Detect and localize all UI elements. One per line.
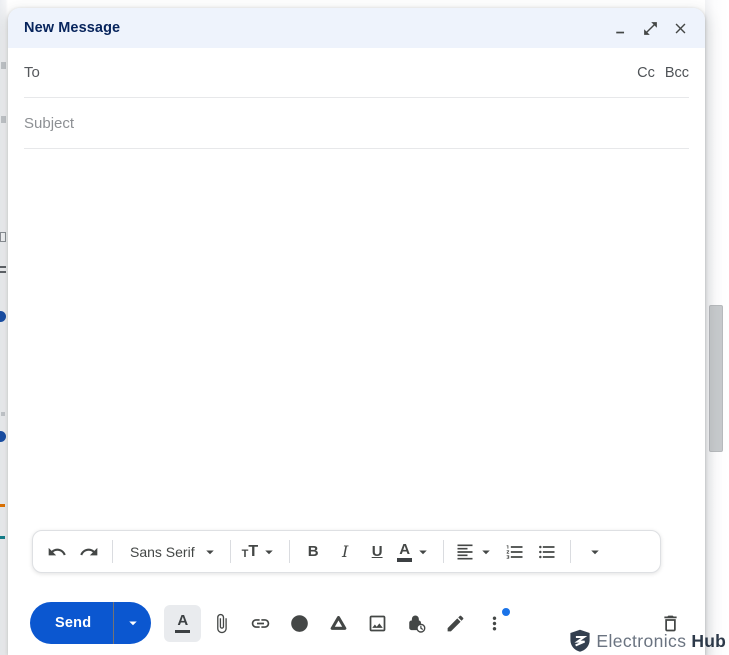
more-options-icon (493, 616, 497, 630)
bcc-button[interactable]: Bcc (665, 65, 689, 81)
insert-signature-button[interactable] (437, 605, 474, 642)
bold-icon: B (307, 543, 319, 560)
italic-icon: I (341, 542, 349, 561)
to-label[interactable]: To (24, 64, 40, 81)
attach-files-button[interactable] (203, 605, 240, 642)
formatting-options-button[interactable]: A (164, 604, 202, 642)
send-split-button: Send (30, 602, 152, 644)
bullet-list-icon (539, 545, 555, 558)
insert-from-drive-button[interactable] (320, 605, 357, 642)
compose-title: New Message (24, 20, 121, 36)
background-fragment (0, 266, 6, 268)
font-family-label: Sans Serif (130, 543, 195, 560)
popout-button[interactable] (639, 17, 661, 39)
confidential-mode-button[interactable] (398, 605, 435, 642)
toolbar-separator (289, 540, 291, 563)
background-fragment (1, 62, 6, 69)
confidential-lock-icon (409, 615, 426, 633)
toolbar-separator (570, 540, 572, 563)
image-icon (369, 615, 386, 631)
text-size-icon: TT (241, 542, 259, 560)
align-left-icon (457, 544, 473, 559)
send-button[interactable]: Send (30, 602, 114, 644)
formatting-toolbar: Sans Serif TT B I U A (32, 530, 661, 573)
compose-window: New Message To Cc Bcc Subject Sans Serif… (8, 8, 705, 655)
more-formatting-button[interactable] (578, 535, 610, 569)
emoji-icon (291, 614, 309, 632)
toolbar-separator (112, 540, 113, 563)
send-options-button[interactable] (114, 602, 152, 644)
chevron-down-icon (482, 550, 490, 554)
align-button[interactable] (451, 535, 499, 569)
background-fragment (0, 504, 5, 507)
chevron-down-icon (205, 550, 214, 554)
subject-row[interactable] (24, 98, 689, 149)
background-page-left-strip (0, 0, 8, 655)
chevron-down-icon (591, 550, 599, 554)
background-fragment (0, 311, 6, 322)
watermark-brand-light: Electronics (596, 630, 687, 651)
attach-icon (217, 613, 227, 633)
close-icon (675, 23, 685, 33)
underline-icon: U (371, 543, 383, 560)
send-dropdown-icon (129, 621, 137, 626)
drive-icon (330, 615, 347, 630)
cc-bcc-group: Cc Bcc (637, 65, 689, 81)
gmail-compose-screenshot: New Message To Cc Bcc Subject Sans Serif… (0, 0, 729, 655)
chevron-down-icon (265, 550, 273, 554)
numbered-list-button[interactable] (499, 535, 531, 569)
background-fragment (1, 412, 5, 416)
toolbar-separator (443, 540, 445, 563)
toolbar-separator (229, 540, 231, 563)
more-options-button[interactable] (476, 605, 513, 642)
insert-link-button[interactable] (242, 605, 279, 642)
minimize-icon (615, 31, 624, 33)
formatting-icon: A (175, 613, 191, 633)
page-scrollbar-thumb[interactable] (709, 305, 723, 452)
undo-icon (48, 547, 66, 555)
background-fragment (0, 431, 6, 442)
background-fragment (0, 536, 5, 539)
shield-logo-icon (570, 629, 590, 652)
text-size-button[interactable]: TT (238, 535, 283, 569)
link-icon (252, 618, 270, 628)
minimize-button[interactable] (609, 17, 631, 39)
compose-titlebar: New Message (8, 8, 705, 48)
underline-button[interactable]: U (361, 535, 393, 569)
watermark: Electronics Hub (569, 629, 726, 653)
subject-input[interactable] (24, 114, 689, 132)
cc-button[interactable]: Cc (637, 65, 655, 81)
popout-icon (643, 21, 657, 35)
text-color-icon: A (397, 542, 413, 562)
background-page-right-strip (705, 0, 729, 655)
signature-pen-icon (447, 615, 464, 631)
italic-button[interactable]: I (329, 535, 361, 569)
bullet-list-button[interactable] (531, 535, 563, 569)
bold-button[interactable]: B (297, 535, 329, 569)
close-button[interactable] (669, 17, 691, 39)
notification-dot (502, 607, 511, 616)
message-body[interactable] (8, 149, 705, 655)
to-input[interactable] (39, 64, 638, 81)
background-fragment (0, 232, 6, 242)
chevron-down-icon (419, 550, 427, 554)
insert-photo-button[interactable] (359, 605, 396, 642)
redo-icon (80, 547, 98, 555)
watermark-brand-bold: Hub (691, 630, 726, 651)
background-fragment (1, 116, 6, 123)
recipients-row[interactable]: To Cc Bcc (24, 48, 689, 98)
font-family-button[interactable]: Sans Serif (120, 535, 223, 569)
text-color-button[interactable]: A (393, 535, 436, 569)
numbered-list-icon (506, 544, 523, 559)
redo-button[interactable] (73, 535, 105, 569)
insert-emoji-button[interactable] (281, 605, 318, 642)
background-fragment (0, 271, 6, 273)
undo-button[interactable] (41, 535, 73, 569)
